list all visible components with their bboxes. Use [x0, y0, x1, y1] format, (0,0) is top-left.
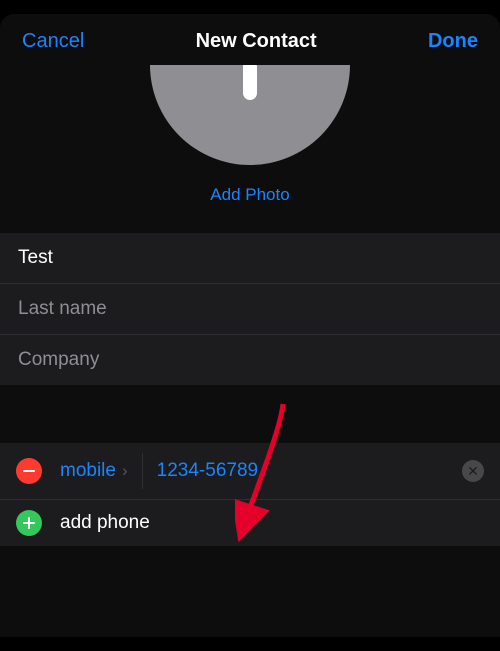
add-phone-button[interactable]: [16, 510, 42, 536]
phone-number-input[interactable]: 1234-56789: [157, 460, 462, 482]
vertical-divider: [142, 453, 143, 489]
add-phone-label: add phone: [60, 512, 150, 534]
done-button[interactable]: Done: [428, 30, 478, 53]
phone-entry-row: mobile › 1234-56789 ✕: [0, 443, 500, 500]
photo-section: Add Photo: [0, 65, 500, 233]
last-name-field[interactable]: Last name: [0, 284, 500, 335]
delete-phone-button[interactable]: [16, 458, 42, 484]
section-gap: [0, 385, 500, 443]
clear-phone-button[interactable]: ✕: [462, 460, 484, 482]
cancel-button[interactable]: Cancel: [22, 30, 84, 53]
header-bar: Cancel New Contact Done: [0, 14, 500, 65]
phone-label-selector[interactable]: mobile: [60, 460, 116, 482]
minus-icon: [23, 470, 35, 473]
company-field[interactable]: Company: [0, 335, 500, 385]
add-photo-button[interactable]: Add Photo: [210, 185, 289, 205]
plus-icon-h: [23, 522, 35, 525]
add-phone-row[interactable]: add phone: [0, 500, 500, 546]
new-contact-sheet: Cancel New Contact Done Add Photo Test L…: [0, 14, 500, 637]
close-icon: ✕: [467, 464, 479, 478]
avatar-placeholder[interactable]: [150, 65, 350, 165]
first-name-field[interactable]: Test: [0, 233, 500, 284]
name-fields-group: Test Last name Company: [0, 233, 500, 385]
chevron-right-icon: ›: [122, 461, 128, 481]
phone-fields-group: mobile › 1234-56789 ✕ add phone: [0, 443, 500, 546]
page-title: New Contact: [196, 30, 317, 53]
